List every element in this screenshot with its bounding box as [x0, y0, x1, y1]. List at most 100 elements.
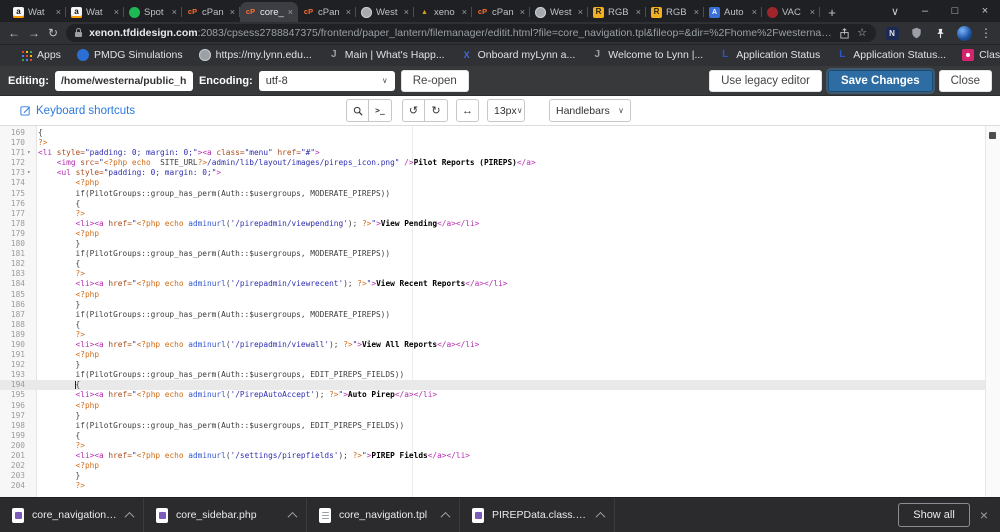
code-text[interactable]: { — [36, 259, 81, 269]
bookmark-item[interactable]: J Welcome to Lynn |... — [583, 46, 711, 64]
code-text[interactable]: <?php — [36, 229, 99, 239]
code-text[interactable]: ?> — [36, 269, 85, 279]
tab-search-icon[interactable]: ∨ — [880, 0, 910, 22]
code-text[interactable]: { — [36, 320, 81, 330]
code-text[interactable]: if(PilotGroups::group_has_perm(Auth::$us… — [36, 310, 391, 320]
code-editor[interactable]: 169{170 ?> 171 ▾ <li style="padding: 0; marg… — [0, 126, 1000, 497]
redo-button[interactable]: ↻ — [425, 99, 448, 122]
font-size-select[interactable]: 13px ∨ — [487, 99, 525, 122]
full-width-button[interactable]: ↔ — [456, 99, 479, 122]
code-text[interactable]: <li><a href="<?php echo adminurl('/pirep… — [36, 219, 480, 229]
code-text[interactable]: <li><a href="<?php echo adminurl('/pirep… — [36, 340, 480, 350]
window-close-icon[interactable]: × — [970, 0, 1000, 22]
bookmark-item[interactable]: Classes — [954, 46, 1000, 64]
tab-close-icon[interactable]: × — [752, 7, 757, 17]
address-bar[interactable]: xenon.tfdidesign.com:2083/cpsess27888473… — [66, 24, 876, 42]
bookmark-item[interactable]: https://my.lynn.edu... — [191, 46, 320, 64]
code-text[interactable]: ?> — [36, 481, 85, 491]
star-icon[interactable]: ☆ — [857, 27, 867, 39]
save-changes-button[interactable]: Save Changes — [827, 69, 933, 92]
minimize-icon[interactable]: – — [910, 0, 940, 22]
bookmark-item[interactable]: X Onboard myLynn a... — [453, 46, 584, 64]
code-text[interactable]: } — [36, 411, 81, 421]
chevron-up-icon[interactable] — [124, 511, 135, 522]
code-text[interactable]: <li><a href="<?php echo adminurl('/Pirep… — [36, 390, 438, 400]
undo-button[interactable]: ↺ — [402, 99, 425, 122]
path-input[interactable]: /home/westerna/public_h — [54, 70, 193, 91]
chevron-up-icon[interactable] — [287, 511, 298, 522]
code-text[interactable]: <li><a href="<?php echo adminurl('/pirep… — [36, 279, 508, 289]
avatar[interactable] — [956, 25, 972, 41]
shield-icon[interactable] — [908, 25, 924, 41]
browser-tab[interactable]: R RGB × — [588, 2, 646, 22]
keyboard-shortcuts-link[interactable]: Keyboard shortcuts — [20, 105, 135, 117]
encoding-select[interactable]: utf-8 ∨ — [258, 70, 395, 91]
fold-arrow-icon[interactable]: ▾ — [27, 148, 36, 158]
new-tab-button[interactable]: + — [820, 2, 844, 22]
browser-tab[interactable]: VAC × — [762, 2, 820, 22]
maximize-icon[interactable]: □ — [940, 0, 970, 22]
bookmark-item[interactable]: PMDG Simulations — [69, 46, 191, 64]
tab-close-icon[interactable]: × — [636, 7, 641, 17]
syntax-mode-select[interactable]: Handlebars ∨ — [549, 99, 631, 122]
browser-menu-icon[interactable]: ⋮ — [980, 26, 992, 40]
back-icon[interactable]: ← — [8, 27, 20, 39]
tab-close-icon[interactable]: × — [694, 7, 699, 17]
code-text[interactable]: <?php — [36, 461, 99, 471]
download-item[interactable]: core_navigation.tpl — [307, 498, 460, 532]
code-text[interactable]: } — [36, 239, 81, 249]
bookmark-item[interactable]: L Application Status... — [828, 46, 954, 64]
browser-tab[interactable]: R RGB × — [646, 2, 704, 22]
code-text[interactable]: { — [36, 431, 81, 441]
code-text[interactable]: } — [36, 300, 81, 310]
code-text[interactable]: ?> — [36, 138, 47, 148]
search-button[interactable] — [346, 99, 369, 122]
code-text[interactable]: } — [36, 471, 81, 481]
browser-tab[interactable]: cP cPan × — [182, 2, 240, 22]
pin-icon[interactable] — [932, 25, 948, 41]
browser-tab[interactable]: a Wat × — [66, 2, 124, 22]
tab-close-icon[interactable]: × — [114, 7, 119, 17]
legacy-editor-button[interactable]: Use legacy editor — [709, 69, 822, 92]
terminal-button[interactable]: >_ — [369, 99, 392, 122]
download-item[interactable]: core_sidebar.php — [144, 498, 307, 532]
chevron-up-icon[interactable] — [440, 511, 451, 522]
tab-close-icon[interactable]: × — [56, 7, 61, 17]
tab-close-icon[interactable]: × — [230, 7, 235, 17]
tab-close-icon[interactable]: × — [810, 7, 815, 17]
tab-close-icon[interactable]: × — [288, 7, 293, 17]
code-text[interactable]: } — [36, 360, 81, 370]
browser-tab[interactable]: West × — [356, 2, 414, 22]
code-text[interactable]: ?> — [36, 441, 85, 451]
bookmark-item[interactable]: L Application Status — [711, 46, 828, 64]
bookmark-item[interactable]: Apps — [12, 46, 69, 64]
tab-close-icon[interactable]: × — [578, 7, 583, 17]
browser-tab[interactable]: West × — [530, 2, 588, 22]
code-text[interactable]: <?php — [36, 178, 99, 188]
code-text[interactable]: if(PilotGroups::group_has_perm(Auth::$us… — [36, 189, 391, 199]
browser-tab[interactable]: cP cPan × — [298, 2, 356, 22]
browser-tab[interactable]: cP core_ × — [240, 2, 298, 22]
code-text[interactable]: if(PilotGroups::group_has_perm(Auth::$us… — [36, 370, 405, 380]
download-item[interactable]: PIREPData.class.php — [460, 498, 615, 532]
close-button[interactable]: Close — [938, 69, 992, 92]
fold-arrow-icon[interactable]: ▾ — [27, 168, 36, 178]
code-text[interactable]: <?php — [36, 401, 99, 411]
code-text[interactable]: <?php — [36, 290, 99, 300]
show-all-button[interactable]: Show all — [898, 503, 970, 527]
code-text[interactable]: { — [36, 128, 43, 138]
code-text[interactable]: <?php — [36, 350, 99, 360]
tab-close-icon[interactable]: × — [172, 7, 177, 17]
code-text[interactable]: ?> — [36, 330, 85, 340]
tab-close-icon[interactable]: × — [520, 7, 525, 17]
scrollbar-thumb[interactable] — [989, 132, 996, 139]
code-text[interactable]: <li style="padding: 0; margin: 0;"><a cl… — [36, 148, 320, 158]
tab-close-icon[interactable]: × — [462, 7, 467, 17]
browser-tab[interactable]: cP cPan × — [472, 2, 530, 22]
browser-tab[interactable]: ▲ xeno × — [414, 2, 472, 22]
code-text[interactable]: ?> — [36, 209, 85, 219]
code-text[interactable]: <li><a href="<?php echo adminurl('/setti… — [36, 451, 470, 461]
reopen-button[interactable]: Re-open — [400, 69, 469, 92]
extension-n-icon[interactable]: N — [884, 25, 900, 41]
download-item[interactable]: core_navigation.php — [0, 498, 144, 532]
